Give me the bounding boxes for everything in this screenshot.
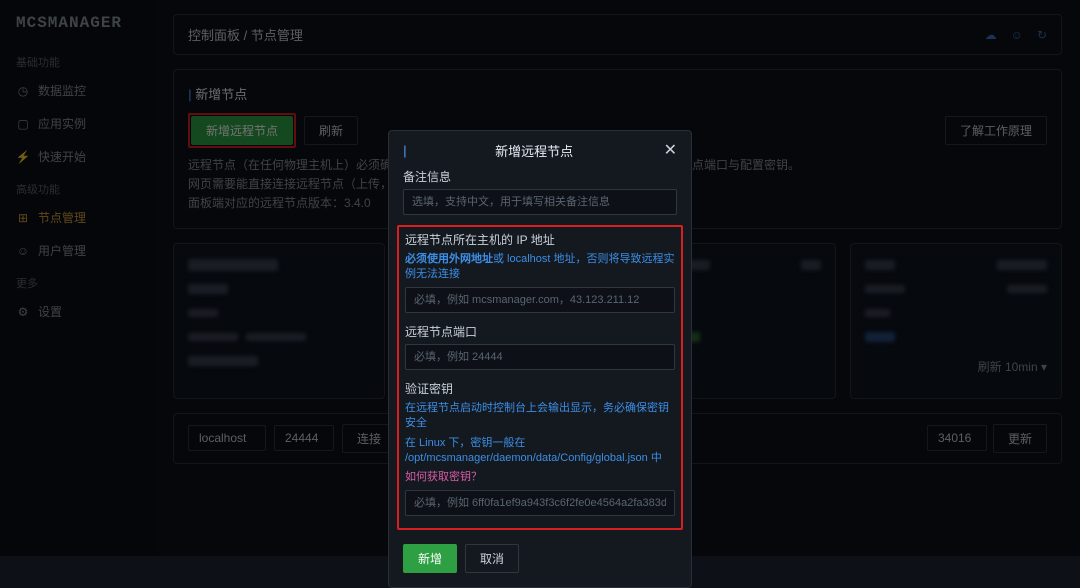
key-hint-1: 在远程节点启动时控制台上会输出显示，务必确保密钥安全 bbox=[405, 401, 675, 432]
key-input[interactable] bbox=[405, 490, 675, 516]
ip-field: 远程节点所在主机的 IP 地址 必须使用外网地址或 localhost 地址，否… bbox=[405, 231, 675, 313]
ip-input[interactable] bbox=[405, 287, 675, 313]
confirm-button[interactable]: 新增 bbox=[403, 544, 457, 573]
dialog-title: 新增远程节点 bbox=[495, 141, 573, 160]
dialog-port-input[interactable] bbox=[405, 344, 675, 370]
remark-label: 备注信息 bbox=[403, 168, 677, 185]
close-icon[interactable]: ✕ bbox=[664, 143, 677, 159]
key-hint-3[interactable]: 如何获取密钥？ bbox=[405, 470, 675, 485]
remark-field: 备注信息 bbox=[403, 168, 677, 215]
cancel-button[interactable]: 取消 bbox=[465, 544, 519, 573]
highlight-required-section: 远程节点所在主机的 IP 地址 必须使用外网地址或 localhost 地址，否… bbox=[397, 225, 683, 530]
ip-label: 远程节点所在主机的 IP 地址 bbox=[405, 231, 675, 248]
port-field: 远程节点端口 bbox=[405, 323, 675, 370]
key-hint-2: 在 Linux 下，密钥一般在 /opt/mcsmanager/daemon/d… bbox=[405, 436, 675, 467]
ip-hint: 必须使用外网地址或 localhost 地址，否则将导致远程实例无法连接 bbox=[405, 252, 675, 283]
port-label: 远程节点端口 bbox=[405, 323, 675, 340]
key-field: 验证密钥 在远程节点启动时控制台上会输出显示，务必确保密钥安全 在 Linux … bbox=[405, 380, 675, 516]
add-node-dialog: 新增远程节点 ✕ 备注信息 远程节点所在主机的 IP 地址 必须使用外网地址或 … bbox=[388, 130, 692, 588]
modal-overlay: 新增远程节点 ✕ 备注信息 远程节点所在主机的 IP 地址 必须使用外网地址或 … bbox=[0, 0, 1080, 556]
remark-input[interactable] bbox=[403, 189, 677, 215]
key-label: 验证密钥 bbox=[405, 380, 675, 397]
